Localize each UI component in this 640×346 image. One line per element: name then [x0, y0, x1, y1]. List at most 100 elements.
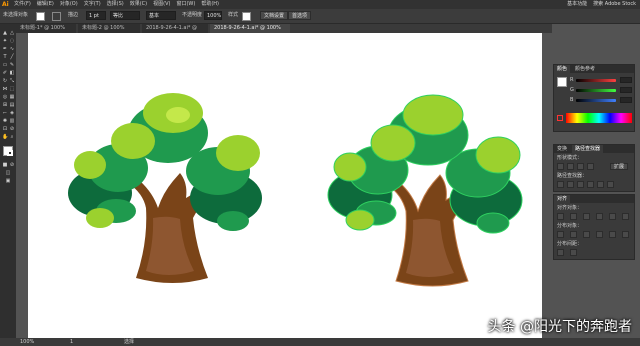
magic-wand-tool-icon[interactable]: ✦ [2, 38, 8, 44]
channel-g-slider[interactable] [576, 89, 616, 92]
brush-field[interactable]: 基本 [146, 11, 176, 20]
menu-help[interactable]: 帮助(H) [201, 0, 219, 9]
document-setup-button[interactable]: 文档设置 [260, 11, 289, 20]
screen-mode-icon[interactable]: ▣ [5, 178, 11, 184]
divide-button[interactable] [557, 181, 564, 188]
artboard-tool-icon[interactable]: ⊡ [2, 126, 8, 132]
distribute-hspace-button[interactable] [570, 249, 577, 256]
variable-width-field[interactable]: 等比 [110, 11, 140, 20]
align-hcenter-button[interactable] [570, 213, 577, 220]
distribute-right-button[interactable] [622, 231, 629, 238]
zoom-tool-icon[interactable]: ⌕ [9, 134, 15, 140]
width-tool-icon[interactable]: ⋈ [2, 86, 8, 92]
blend-tool-icon[interactable]: ◈ [9, 110, 15, 116]
menu-window[interactable]: 窗口(W) [176, 0, 195, 9]
scale-tool-icon[interactable]: ⤡ [9, 78, 15, 84]
distribute-bottom-button[interactable] [583, 231, 590, 238]
channel-g-value[interactable] [620, 87, 632, 93]
rectangle-tool-icon[interactable]: ▭ [2, 62, 8, 68]
merge-button[interactable] [577, 181, 584, 188]
align-top-button[interactable] [596, 213, 603, 220]
draw-mode-icon[interactable]: ◫ [5, 170, 11, 176]
align-right-button[interactable] [583, 213, 590, 220]
menu-object[interactable]: 对象(O) [60, 0, 78, 9]
selection-tool-icon[interactable]: ▲ [2, 30, 8, 36]
canvas-area[interactable] [16, 33, 552, 338]
gradient-tool-icon[interactable]: ▤ [9, 102, 15, 108]
color-spectrum[interactable] [566, 113, 632, 123]
pen-tool-icon[interactable]: ✒ [2, 46, 8, 52]
menu-type[interactable]: 文字(T) [84, 0, 101, 9]
channel-r-value[interactable] [620, 77, 632, 83]
column-graph-tool-icon[interactable]: ▥ [9, 118, 15, 124]
zoom-level[interactable]: 100% [20, 338, 34, 346]
intersect-button[interactable] [577, 163, 584, 170]
distribute-vcenter-button[interactable] [570, 231, 577, 238]
opacity-field[interactable]: 100% [204, 11, 222, 20]
stroke-swatch[interactable] [52, 12, 61, 21]
document-tab[interactable]: 未标题-1* @ 100% (RGB/GPU 预览) [16, 24, 76, 40]
tab-pathfinder[interactable]: 路径查找器 [572, 145, 604, 153]
document-tab-active[interactable]: 2018-9-26-4-1.ai* @ 100% (RGB/GPU 预览) [210, 24, 290, 40]
stroke-weight-field[interactable]: 1 pt [86, 11, 106, 20]
stock-search[interactable]: 搜索 Adobe Stock [593, 0, 636, 9]
hand-tool-icon[interactable]: ✋ [2, 134, 8, 140]
slice-tool-icon[interactable]: ⊘ [9, 126, 15, 132]
none-swatch-icon[interactable] [557, 115, 563, 121]
channel-r-slider[interactable] [576, 79, 616, 82]
tab-color[interactable]: 颜色 [554, 65, 571, 73]
menu-file[interactable]: 文件(F) [14, 0, 31, 9]
distribute-top-button[interactable] [557, 231, 564, 238]
style-swatch[interactable] [242, 12, 251, 21]
direct-selection-tool-icon[interactable]: △ [9, 30, 15, 36]
paintbrush-tool-icon[interactable]: ✎ [9, 62, 15, 68]
menu-view[interactable]: 视图(V) [153, 0, 170, 9]
shape-builder-tool-icon[interactable]: ◎ [2, 94, 8, 100]
exclude-button[interactable] [587, 163, 594, 170]
perspective-grid-tool-icon[interactable]: ▦ [9, 94, 15, 100]
line-tool-icon[interactable]: ╱ [9, 54, 15, 60]
tab-transform[interactable]: 变换 [554, 145, 570, 153]
document-tab[interactable]: 未标题-2 @ 100% (CMYK/GPU 预览) [78, 24, 140, 40]
lasso-tool-icon[interactable]: ◌ [9, 38, 15, 44]
align-left-button[interactable] [557, 213, 564, 220]
expand-button[interactable]: 扩展 [610, 163, 629, 170]
menu-select[interactable]: 选择(S) [107, 0, 124, 9]
artboard[interactable] [28, 33, 542, 338]
eyedropper-tool-icon[interactable]: ⌐ [2, 110, 8, 116]
channel-b-slider[interactable] [576, 99, 616, 102]
align-vcenter-button[interactable] [609, 213, 616, 220]
workspace-switcher[interactable]: 基本功能 [567, 0, 587, 9]
type-tool-icon[interactable]: T [2, 54, 8, 60]
symbol-sprayer-tool-icon[interactable]: ✺ [2, 118, 8, 124]
shaper-tool-icon[interactable]: ✐ [2, 70, 8, 76]
color-mode-icon[interactable]: ■ [2, 162, 8, 168]
unite-button[interactable] [557, 163, 564, 170]
tab-color-guide[interactable]: 颜色参考 [572, 65, 598, 73]
document-tab[interactable]: 2018-9-26-4-1.ai* @ 100% (RGB/GPU 预览) [142, 24, 208, 40]
rotate-tool-icon[interactable]: ↻ [2, 78, 8, 84]
curvature-tool-icon[interactable]: ∿ [9, 46, 15, 52]
channel-b-value[interactable] [620, 97, 632, 103]
fill-swatch[interactable] [36, 12, 45, 21]
preferences-button[interactable]: 首选项 [288, 11, 312, 20]
free-transform-tool-icon[interactable]: ⬚ [9, 86, 15, 92]
distribute-vspace-button[interactable] [557, 249, 564, 256]
eraser-tool-icon[interactable]: ◧ [9, 70, 15, 76]
outline-button[interactable] [597, 181, 604, 188]
mesh-tool-icon[interactable]: ⊞ [2, 102, 8, 108]
none-mode-icon[interactable]: ⊘ [9, 162, 15, 168]
menu-edit[interactable]: 编辑(E) [37, 0, 54, 9]
minus-back-button[interactable] [607, 181, 614, 188]
stroke-color-icon[interactable] [7, 150, 13, 156]
minus-front-button[interactable] [567, 163, 574, 170]
distribute-left-button[interactable] [596, 231, 603, 238]
align-bottom-button[interactable] [622, 213, 629, 220]
distribute-hcenter-button[interactable] [609, 231, 616, 238]
color-fill-preview[interactable] [557, 77, 567, 87]
artboard-number[interactable]: 1 [70, 338, 73, 346]
menu-effect[interactable]: 效果(C) [130, 0, 147, 9]
tab-align[interactable]: 对齐 [554, 195, 571, 203]
crop-button[interactable] [587, 181, 594, 188]
trim-button[interactable] [567, 181, 574, 188]
